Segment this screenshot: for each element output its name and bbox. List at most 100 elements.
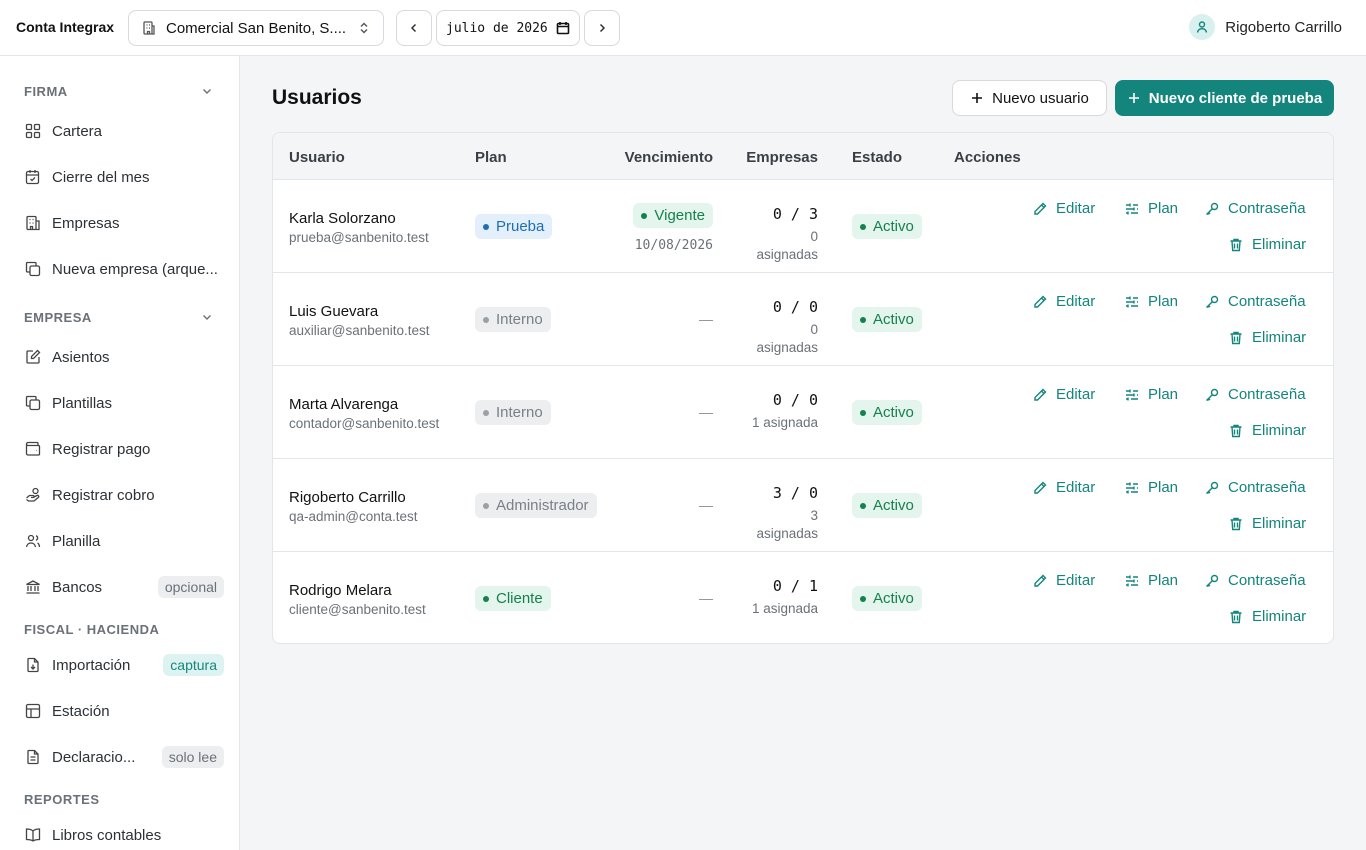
password-label: Contraseña — [1228, 479, 1306, 496]
calendar-icon[interactable] — [556, 21, 570, 35]
delete-button[interactable]: Eliminar — [1228, 515, 1306, 532]
plan-button[interactable]: Plan — [1124, 200, 1178, 217]
trash-icon — [1228, 609, 1252, 625]
sidebar-item-asientos[interactable]: Asientos — [16, 339, 224, 375]
delete-label: Eliminar — [1252, 515, 1307, 532]
sidebar-item-importacion[interactable]: Importación captura — [16, 647, 224, 683]
sidebar-item-planilla[interactable]: Planilla — [16, 523, 224, 559]
key-icon — [1204, 201, 1228, 217]
building-icon — [141, 20, 157, 36]
chevron-down-icon[interactable] — [200, 310, 214, 324]
plan-button[interactable]: Plan — [1124, 479, 1178, 496]
app-brand[interactable]: Conta Integrax — [16, 19, 114, 35]
user-full-name: Karla Solorzano — [289, 210, 396, 227]
delete-button[interactable]: Eliminar — [1228, 422, 1306, 439]
file-text-icon — [24, 748, 42, 766]
sidebar-item-label: Declaracio... — [52, 748, 136, 766]
wallet-icon — [24, 440, 42, 458]
section-firma[interactable]: FIRMA — [24, 84, 68, 99]
sidebar-item-estacion[interactable]: Estación — [16, 693, 224, 729]
status-label: Activo — [873, 497, 914, 514]
status-dot — [860, 409, 866, 416]
plan-action-label: Plan — [1148, 572, 1179, 589]
company-select[interactable]: Comercial San Benito, S.... — [128, 10, 384, 46]
plan-button[interactable]: Plan — [1124, 386, 1178, 403]
plan-label: Administrador — [496, 497, 589, 514]
user-full-name: Luis Guevara — [289, 303, 379, 320]
plus-icon — [1127, 91, 1149, 105]
copy-icon — [24, 260, 42, 278]
sidebar-item-bancos[interactable]: Bancos opcional — [16, 569, 224, 605]
chevron-down-icon[interactable] — [200, 84, 214, 98]
plan-button[interactable]: Plan — [1124, 293, 1178, 310]
delete-button[interactable]: Eliminar — [1228, 329, 1306, 346]
page-title: Usuarios — [272, 86, 362, 109]
companies-count: 0 / 3 — [772, 205, 818, 223]
user-full-name: Rigoberto Carrillo — [289, 489, 406, 506]
sidebar-item-label: Asientos — [52, 348, 110, 366]
status-badge: Activo — [852, 493, 922, 518]
month-input[interactable]: julio de 2026 — [436, 10, 580, 46]
companies-assigned: 0 asignadas — [756, 229, 818, 262]
column-header-usuario: Usuario — [289, 149, 345, 166]
status-badge: Activo — [852, 586, 922, 611]
key-icon — [1204, 573, 1228, 589]
next-month-button[interactable] — [584, 10, 620, 46]
sidebar-item-label: Planilla — [52, 532, 101, 550]
plan-button[interactable]: Plan — [1124, 572, 1178, 589]
user-menu[interactable]: Rigoberto Carrillo — [1189, 14, 1342, 40]
password-button[interactable]: Contraseña — [1204, 200, 1306, 217]
new-user-button[interactable]: Nuevo usuario — [952, 80, 1107, 116]
status-dot — [483, 223, 489, 230]
table-icon — [24, 702, 42, 720]
sliders-icon — [1124, 573, 1148, 589]
edit-note-icon — [24, 348, 42, 366]
password-button[interactable]: Contraseña — [1204, 479, 1306, 496]
table-row: Rigoberto Carrillo qa-admin@conta.test A… — [273, 459, 1333, 552]
edit-button[interactable]: Editar — [1032, 293, 1095, 310]
edit-label: Editar — [1056, 293, 1096, 310]
sidebar-item-empresas[interactable]: Empresas — [16, 205, 224, 241]
companies-count: 3 / 0 — [772, 484, 818, 502]
validity-badge: Vigente — [633, 203, 713, 228]
avatar — [1189, 14, 1216, 40]
plan-label: Prueba — [496, 218, 545, 235]
sidebar-item-declaraciones[interactable]: Declaracio... solo lee — [16, 739, 224, 775]
new-trial-client-button[interactable]: Nuevo cliente de prueba — [1115, 80, 1334, 116]
edit-label: Editar — [1056, 479, 1096, 496]
sidebar-item-cierre-del-mes[interactable]: Cierre del mes — [16, 159, 224, 195]
section-fiscal-hacienda: FISCAL · HACIENDA — [24, 622, 160, 637]
sidebar: FIRMA Cartera Cierre del mes Empresas Nu… — [0, 56, 240, 850]
edit-button[interactable]: Editar — [1032, 479, 1095, 496]
status-dot — [860, 502, 866, 509]
password-button[interactable]: Contraseña — [1204, 386, 1306, 403]
users-table: Usuario Plan Vencimiento Empresas Estado… — [272, 132, 1334, 644]
sidebar-item-cartera[interactable]: Cartera — [16, 113, 224, 149]
section-empresa[interactable]: EMPRESA — [24, 310, 92, 325]
building-icon — [24, 214, 42, 232]
delete-button[interactable]: Eliminar — [1228, 608, 1306, 625]
sidebar-item-label: Libros contables — [52, 826, 162, 844]
month-input-value: julio de 2026 — [446, 20, 548, 36]
sidebar-item-nueva-empresa[interactable]: Nueva empresa (arque... — [16, 251, 224, 287]
sidebar-item-libros-contables[interactable]: Libros contables — [16, 817, 224, 850]
prev-month-button[interactable] — [396, 10, 432, 46]
edit-button[interactable]: Editar — [1032, 200, 1095, 217]
delete-button[interactable]: Eliminar — [1228, 236, 1306, 253]
chevron-left-icon — [407, 21, 421, 35]
edit-button[interactable]: Editar — [1032, 386, 1095, 403]
sidebar-item-label: Cartera — [52, 122, 103, 140]
key-icon — [1204, 480, 1228, 496]
sidebar-item-registrar-cobro[interactable]: Registrar cobro — [16, 477, 224, 513]
validity-label: Vigente — [654, 207, 705, 224]
plan-badge: Cliente — [475, 586, 551, 611]
table-header: Usuario Plan Vencimiento Empresas Estado… — [273, 133, 1333, 180]
column-header-acciones: Acciones — [954, 149, 1021, 166]
sidebar-item-plantillas[interactable]: Plantillas — [16, 385, 224, 421]
plan-label: Interno — [496, 404, 543, 421]
companies-count: 0 / 0 — [772, 391, 818, 409]
edit-button[interactable]: Editar — [1032, 572, 1095, 589]
password-button[interactable]: Contraseña — [1204, 572, 1306, 589]
password-button[interactable]: Contraseña — [1204, 293, 1306, 310]
sidebar-item-registrar-pago[interactable]: Registrar pago — [16, 431, 224, 467]
